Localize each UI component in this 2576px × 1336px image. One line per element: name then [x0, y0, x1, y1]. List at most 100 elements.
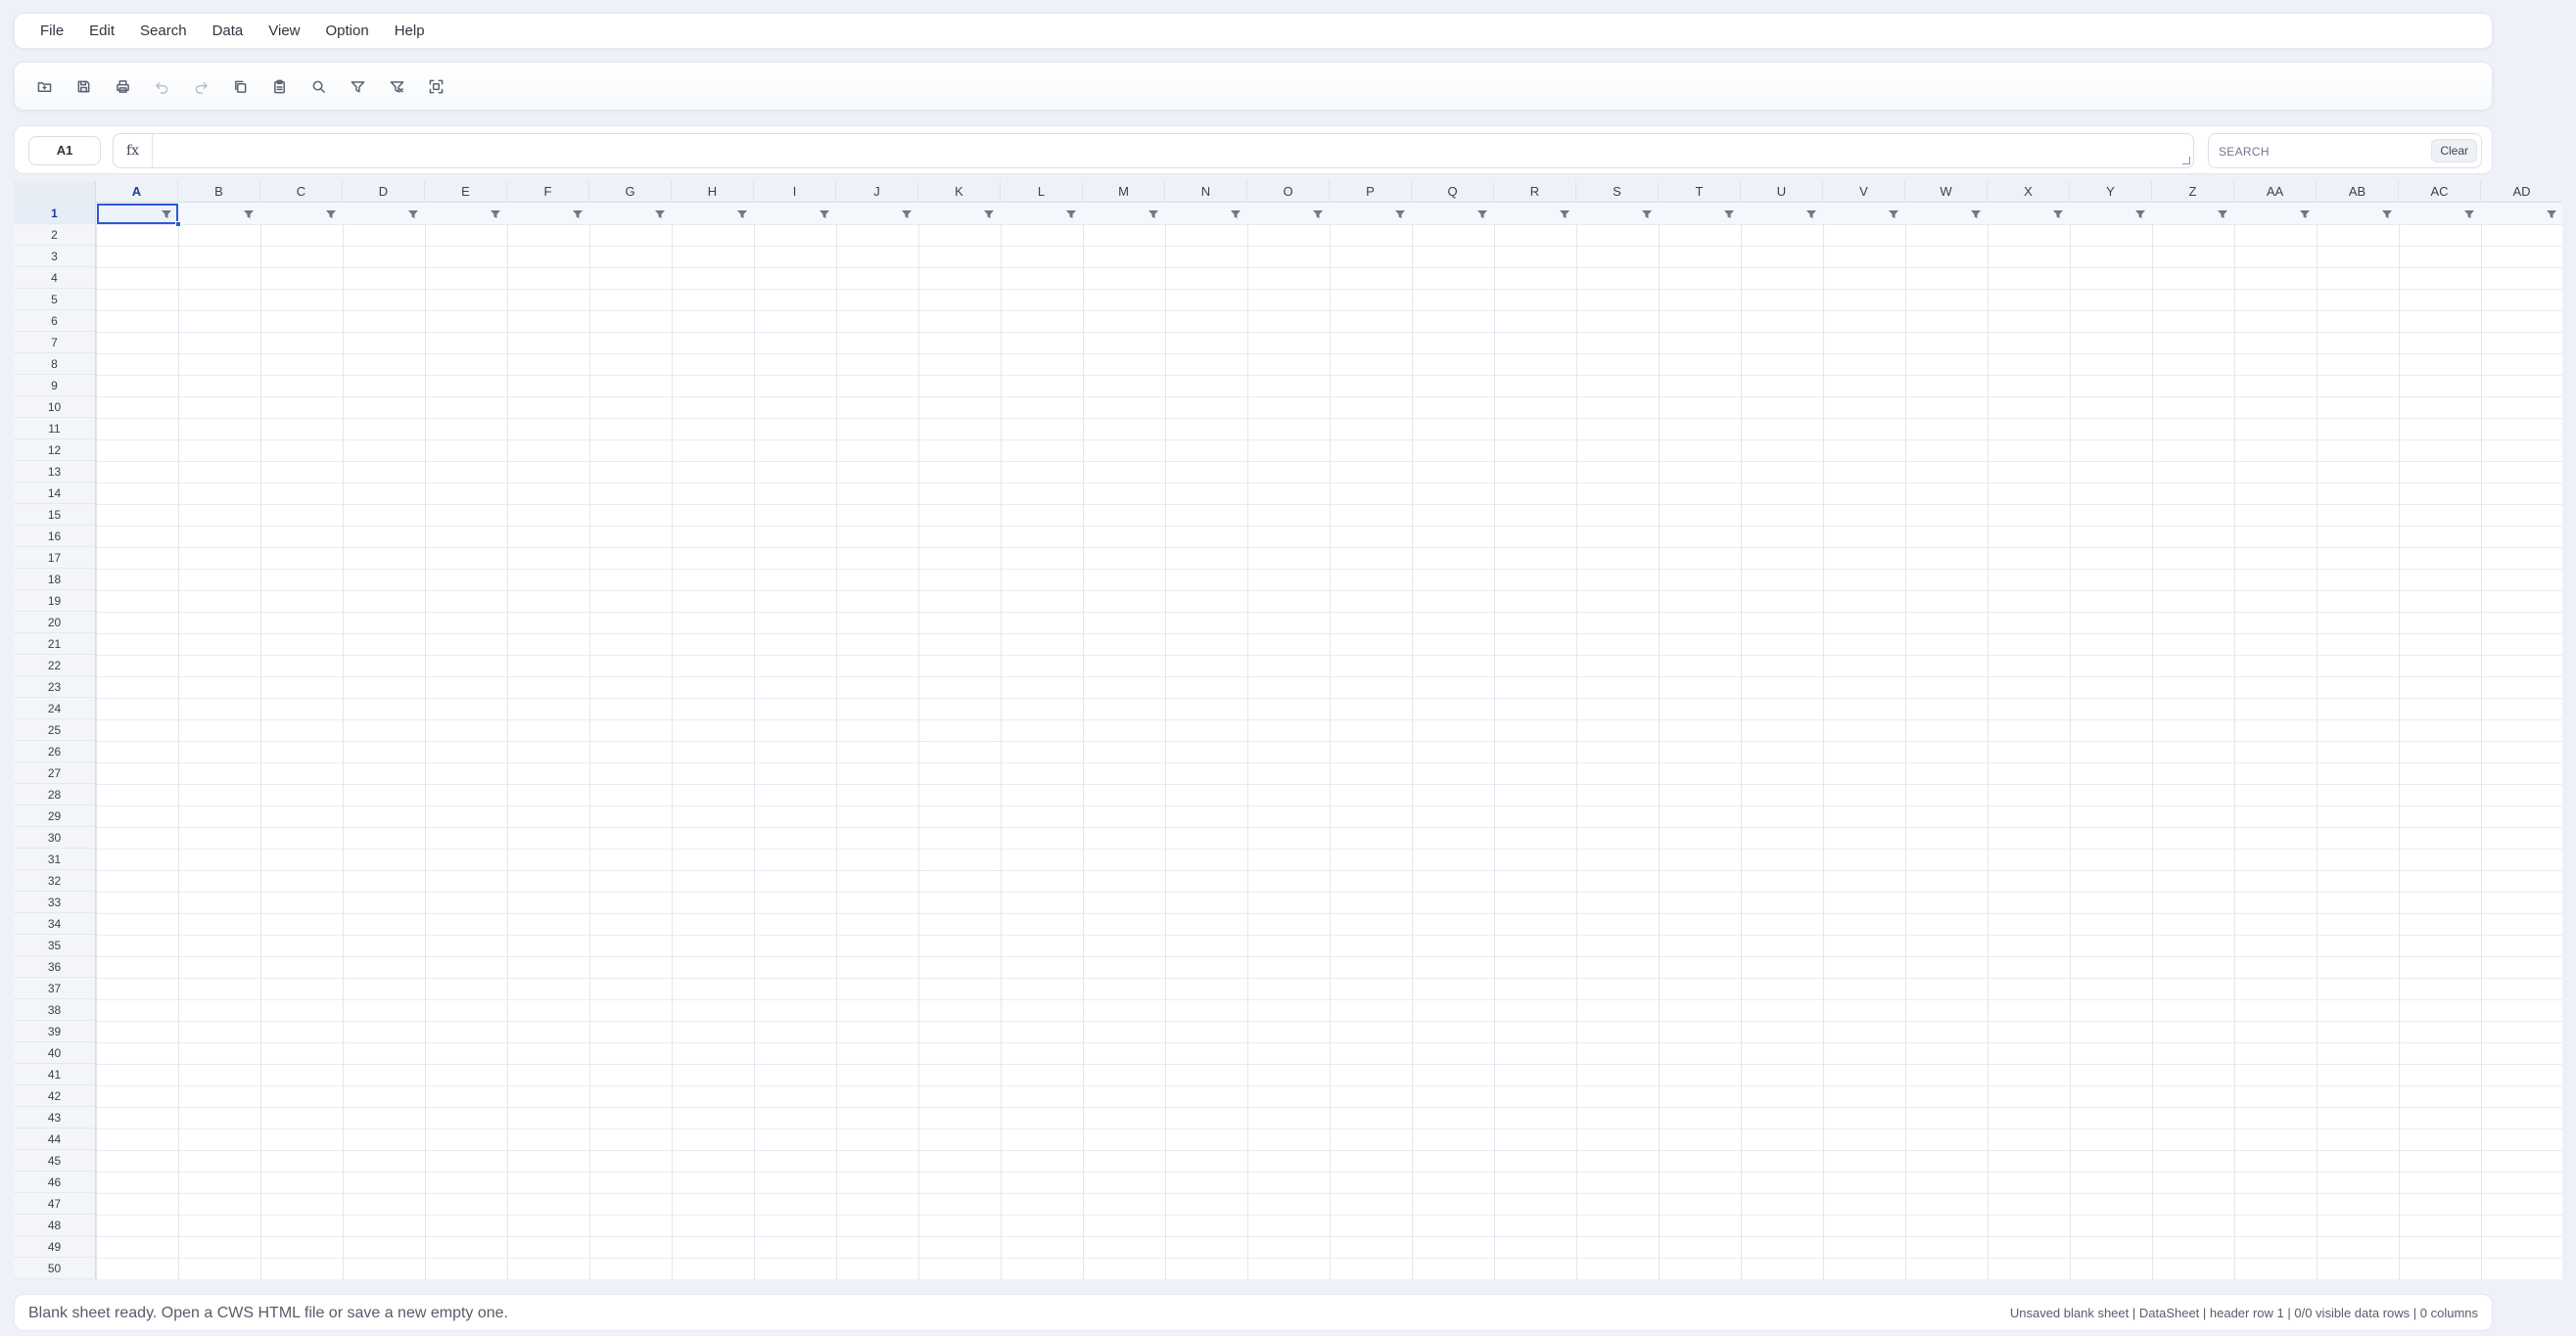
- row-header-1[interactable]: 1: [14, 203, 96, 224]
- column-header-z[interactable]: Z: [2152, 181, 2234, 203]
- menu-help[interactable]: Help: [383, 17, 437, 45]
- filter-dropdown-icon[interactable]: [736, 207, 748, 219]
- row-header-6[interactable]: 6: [14, 310, 96, 332]
- filter-dropdown-icon[interactable]: [1888, 207, 1899, 219]
- column-header-k[interactable]: K: [918, 181, 1001, 203]
- column-header-u[interactable]: U: [1741, 181, 1823, 203]
- filter-dropdown-icon[interactable]: [1476, 207, 1488, 219]
- menu-data[interactable]: Data: [201, 17, 256, 45]
- filter-dropdown-icon[interactable]: [1559, 207, 1570, 219]
- column-header-n[interactable]: N: [1165, 181, 1247, 203]
- open-button[interactable]: [30, 72, 58, 100]
- filter-dropdown-icon[interactable]: [407, 207, 419, 219]
- select-all-corner[interactable]: [14, 181, 96, 203]
- filter-dropdown-icon[interactable]: [325, 207, 337, 219]
- row-header-24[interactable]: 24: [14, 698, 96, 719]
- column-header-ab[interactable]: AB: [2317, 181, 2399, 203]
- find-button[interactable]: [304, 72, 332, 100]
- row-header-12[interactable]: 12: [14, 439, 96, 461]
- row-header-20[interactable]: 20: [14, 612, 96, 633]
- fill-handle[interactable]: [175, 221, 181, 227]
- formula-input[interactable]: [157, 136, 2183, 165]
- row-header-43[interactable]: 43: [14, 1107, 96, 1129]
- column-header-h[interactable]: H: [672, 181, 754, 203]
- row-header-11[interactable]: 11: [14, 418, 96, 439]
- menu-view[interactable]: View: [257, 17, 311, 45]
- row-header-26[interactable]: 26: [14, 741, 96, 762]
- column-header-w[interactable]: W: [1905, 181, 1988, 203]
- row-header-30[interactable]: 30: [14, 827, 96, 849]
- fit-view-button[interactable]: [422, 72, 449, 100]
- column-header-e[interactable]: E: [425, 181, 507, 203]
- filter-dropdown-icon[interactable]: [1065, 207, 1077, 219]
- row-header-50[interactable]: 50: [14, 1258, 96, 1279]
- row-header-36[interactable]: 36: [14, 956, 96, 978]
- filter-dropdown-icon[interactable]: [2217, 207, 2228, 219]
- filter-dropdown-icon[interactable]: [1805, 207, 1817, 219]
- filter-dropdown-icon[interactable]: [1723, 207, 1735, 219]
- column-header-o[interactable]: O: [1247, 181, 1330, 203]
- name-box[interactable]: A1: [28, 136, 101, 165]
- row-header-8[interactable]: 8: [14, 353, 96, 375]
- undo-button[interactable]: [148, 72, 175, 100]
- menu-option[interactable]: Option: [314, 17, 381, 45]
- column-header-g[interactable]: G: [589, 181, 672, 203]
- filter-dropdown-icon[interactable]: [2463, 207, 2475, 219]
- filter-dropdown-icon[interactable]: [901, 207, 913, 219]
- row-header-16[interactable]: 16: [14, 526, 96, 547]
- row-header-41[interactable]: 41: [14, 1064, 96, 1085]
- filter-dropdown-icon[interactable]: [490, 207, 501, 219]
- row-header-18[interactable]: 18: [14, 569, 96, 590]
- column-header-c[interactable]: C: [260, 181, 343, 203]
- column-header-ac[interactable]: AC: [2399, 181, 2481, 203]
- row-header-42[interactable]: 42: [14, 1085, 96, 1107]
- row-header-19[interactable]: 19: [14, 590, 96, 612]
- row-header-15[interactable]: 15: [14, 504, 96, 526]
- row-header-40[interactable]: 40: [14, 1042, 96, 1064]
- row-header-48[interactable]: 48: [14, 1215, 96, 1236]
- active-cell-a1[interactable]: [97, 204, 178, 224]
- column-header-s[interactable]: S: [1576, 181, 1659, 203]
- filter-dropdown-icon[interactable]: [2546, 207, 2557, 219]
- filter-dropdown-icon[interactable]: [1230, 207, 1241, 219]
- resize-grip-icon[interactable]: [2182, 157, 2190, 164]
- row-header-28[interactable]: 28: [14, 784, 96, 806]
- row-header-13[interactable]: 13: [14, 461, 96, 483]
- row-header-32[interactable]: 32: [14, 870, 96, 892]
- column-header-y[interactable]: Y: [2070, 181, 2152, 203]
- row-header-7[interactable]: 7: [14, 332, 96, 353]
- row-header-5[interactable]: 5: [14, 289, 96, 310]
- column-header-a[interactable]: A: [96, 181, 178, 203]
- column-header-q[interactable]: Q: [1412, 181, 1494, 203]
- filter-dropdown-icon[interactable]: [654, 207, 666, 219]
- filter-dropdown-icon[interactable]: [243, 207, 255, 219]
- redo-button[interactable]: [187, 72, 214, 100]
- filter-dropdown-icon[interactable]: [572, 207, 584, 219]
- menu-file[interactable]: File: [28, 17, 75, 45]
- row-header-34[interactable]: 34: [14, 913, 96, 935]
- row-header-38[interactable]: 38: [14, 999, 96, 1021]
- print-button[interactable]: [109, 72, 136, 100]
- column-header-r[interactable]: R: [1494, 181, 1576, 203]
- row-header-23[interactable]: 23: [14, 676, 96, 698]
- column-header-v[interactable]: V: [1823, 181, 1905, 203]
- filter-dropdown-icon[interactable]: [2299, 207, 2311, 219]
- row-header-22[interactable]: 22: [14, 655, 96, 676]
- search-input[interactable]: [2219, 137, 2414, 164]
- filter-dropdown-icon[interactable]: [1312, 207, 1324, 219]
- row-header-31[interactable]: 31: [14, 849, 96, 870]
- cell-area[interactable]: [96, 203, 2562, 1279]
- filter-dropdown-icon[interactable]: [2134, 207, 2146, 219]
- column-header-ad[interactable]: AD: [2481, 181, 2562, 203]
- row-header-39[interactable]: 39: [14, 1021, 96, 1042]
- column-header-b[interactable]: B: [178, 181, 260, 203]
- column-header-i[interactable]: I: [754, 181, 836, 203]
- menu-edit[interactable]: Edit: [77, 17, 126, 45]
- row-header-27[interactable]: 27: [14, 762, 96, 784]
- paste-button[interactable]: [265, 72, 293, 100]
- row-header-4[interactable]: 4: [14, 267, 96, 289]
- column-header-x[interactable]: X: [1988, 181, 2070, 203]
- column-header-p[interactable]: P: [1330, 181, 1412, 203]
- row-header-33[interactable]: 33: [14, 892, 96, 913]
- row-header-3[interactable]: 3: [14, 246, 96, 267]
